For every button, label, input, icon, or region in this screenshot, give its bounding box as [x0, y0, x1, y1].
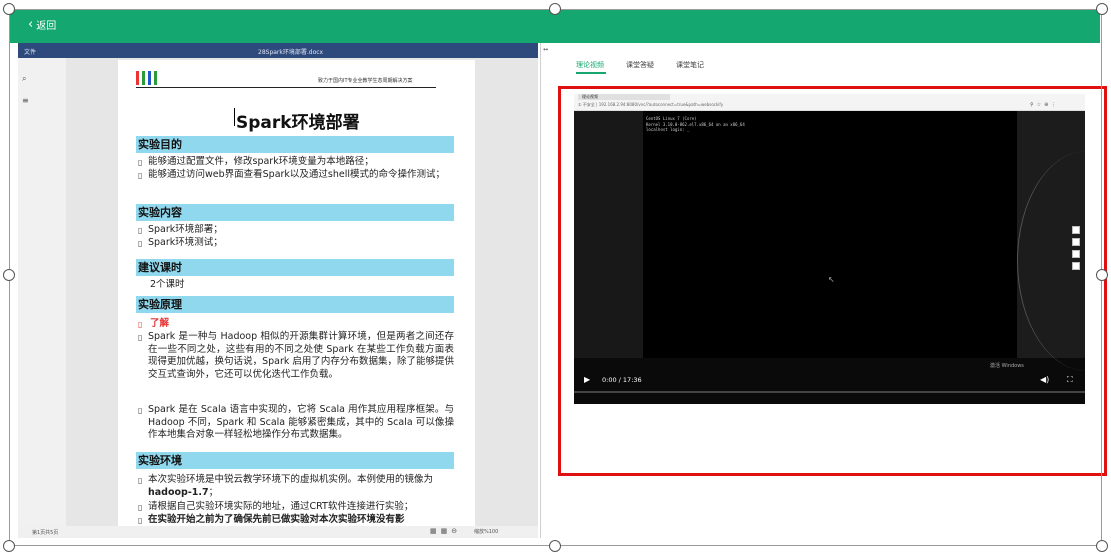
active-tab-indicator: [576, 72, 606, 74]
bullet-icon: ▯: [138, 320, 143, 329]
collapse-icon[interactable]: ↔: [543, 46, 548, 53]
resize-handle[interactable]: [1096, 3, 1108, 15]
resize-handle[interactable]: [3, 540, 15, 552]
list-item: 能够通过访问web界面查看Spark以及通过shell模式的命令操作测试；: [148, 169, 446, 180]
resize-handle[interactable]: [1096, 540, 1108, 552]
back-label: 返回: [36, 21, 57, 32]
list-item: 请根据自己实验环境实际的地址，通过CRT软件连接进行实验；: [148, 501, 414, 512]
bullet-icon: ▯: [138, 476, 143, 485]
logo-tagline: 致力于国内IT专业全教学生态周期解决方案: [318, 78, 413, 84]
zoom-level[interactable]: 缩放%100: [474, 528, 498, 535]
tab-theory-video[interactable]: 理论视频: [576, 60, 604, 70]
section-heading: 实验原理: [136, 296, 454, 313]
bullet-icon: ▯: [138, 158, 143, 167]
bullet-icon: ▯: [138, 333, 143, 342]
section-heading: 建议课时: [136, 259, 454, 276]
resize-handle[interactable]: [1096, 269, 1108, 281]
highlight-box: [558, 86, 1107, 476]
understand-label: 了解: [150, 318, 170, 329]
text-cursor: [234, 108, 235, 126]
doc-sidebar: ⌕ ≡: [18, 58, 66, 526]
outline-icon[interactable]: ≡: [22, 96, 29, 105]
bullet-icon: ▯: [138, 503, 143, 512]
bullet-icon: ▯: [138, 239, 143, 248]
bullet-icon: ▯: [138, 406, 143, 415]
resize-handle[interactable]: [3, 269, 15, 281]
document-filename: 28Spark环境部署.docx: [258, 49, 324, 56]
bullet-icon: ▯: [138, 516, 143, 525]
search-icon[interactable]: ⌕: [22, 74, 26, 84]
company-logo: [136, 71, 436, 88]
resize-handle[interactable]: [549, 540, 561, 552]
section-heading: 实验目的: [136, 136, 454, 153]
chevron-left-icon: ‹: [28, 16, 34, 32]
list-item: Spark环境部署；: [148, 224, 223, 235]
section-heading: 实验环境: [136, 452, 454, 469]
document-page: 致力于国内IT专业全教学生态周期解决方案 Spark环境部署 实验目的 ▯ 能够…: [118, 60, 475, 526]
tab-bar: 理论视频 课堂答疑 课堂笔记: [576, 60, 704, 70]
resize-handle[interactable]: [549, 3, 561, 15]
resize-handle[interactable]: [3, 3, 15, 15]
tab-qa[interactable]: 课堂答疑: [626, 60, 654, 70]
list-item: 2个课时: [150, 279, 185, 290]
bullet-icon: ▯: [138, 171, 143, 180]
view-mode-icons[interactable]: ▦▦⊖: [430, 527, 461, 535]
list-item: Spark环境测试；: [148, 237, 223, 248]
list-item: Spark 是在 Scala 语言中实现的，它将 Scala 用作其应用程序框架…: [148, 404, 454, 440]
section-heading: 实验内容: [136, 204, 454, 221]
doc-statusbar: 第1页共5页 ▦▦⊖ 缩放%100: [18, 526, 538, 538]
document-title: Spark环境部署: [236, 113, 360, 133]
list-item: 本次实验环境是中锐云教学环境下的虚拟机实例。本例使用的镜像为hadoop-1.7…: [148, 474, 434, 498]
doc-header: 文件 28Spark环境部署.docx: [18, 43, 538, 58]
page-indicator: 第1页共5页: [32, 530, 59, 536]
tab-notes[interactable]: 课堂笔记: [676, 60, 704, 70]
file-menu[interactable]: 文件: [24, 47, 36, 56]
back-button[interactable]: ‹ 返回: [28, 16, 57, 33]
app-window: ‹ 返回 文件 28Spark环境部署.docx ⌕ ≡ 致力于国内IT专业全教…: [0, 0, 1111, 554]
bullet-icon: ▯: [138, 226, 143, 235]
list-item: 在实验开始之前为了确保先前已做实验对本次实验环境没有影: [148, 514, 405, 525]
panel-divider[interactable]: [540, 43, 541, 538]
list-item: 能够通过配置文件，修改spark环境变量为本地路径；: [148, 156, 374, 167]
list-item: Spark 是一种与 Hadoop 相似的开源集群计算环境，但是两者之间还存在一…: [148, 331, 454, 380]
